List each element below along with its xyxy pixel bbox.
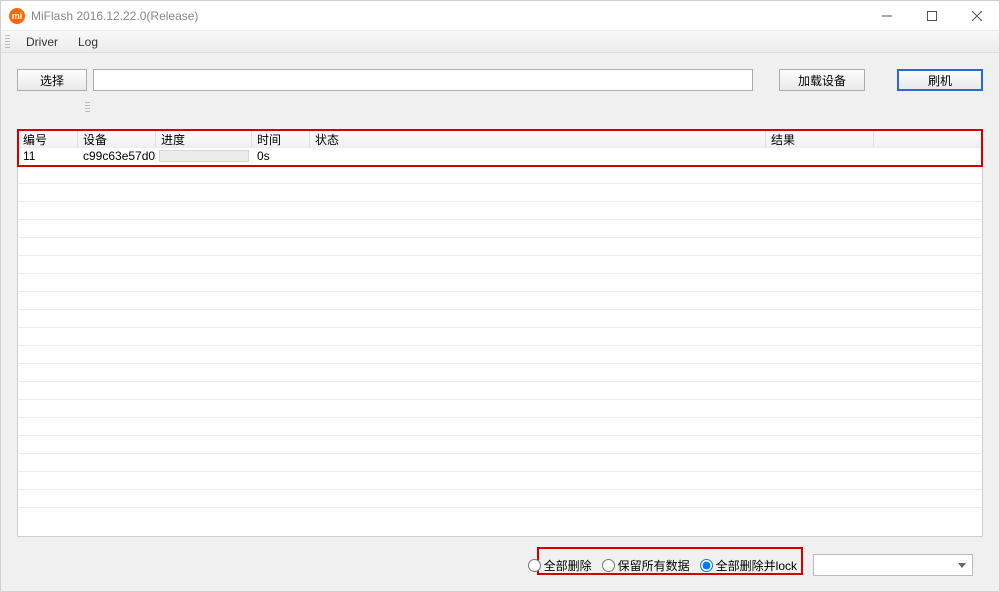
bottom-bar: 全部删除 保留所有数据 全部删除并lock xyxy=(17,549,983,581)
cell-extra xyxy=(874,148,982,165)
table-row[interactable]: 11 c99c63e57d03 0s xyxy=(18,148,982,166)
flash-button[interactable]: 刷机 xyxy=(897,69,983,91)
close-icon xyxy=(972,11,982,21)
table-row xyxy=(18,220,982,238)
maximize-icon xyxy=(927,11,937,21)
table-row xyxy=(18,202,982,220)
table-row xyxy=(18,400,982,418)
radio-clean-lock[interactable] xyxy=(700,559,713,572)
header-progress[interactable]: 进度 xyxy=(156,130,252,147)
content-area: 选择 加载设备 刷机 编号 设备 进度 时间 状态 结果 xyxy=(1,53,999,591)
table-row xyxy=(18,256,982,274)
table-row xyxy=(18,184,982,202)
label-clean-lock: 全部删除并lock xyxy=(716,557,797,574)
table-row xyxy=(18,274,982,292)
maximize-button[interactable] xyxy=(909,1,954,31)
load-devices-button[interactable]: 加载设备 xyxy=(779,69,865,91)
table-row xyxy=(18,166,982,184)
window-title: MiFlash 2016.12.22.0(Release) xyxy=(31,9,864,23)
header-extra[interactable] xyxy=(874,130,982,147)
table-row xyxy=(18,238,982,256)
flash-mode-group: 全部删除 保留所有数据 全部删除并lock xyxy=(518,557,797,574)
table-row xyxy=(18,454,982,472)
option-clean-lock[interactable]: 全部删除并lock xyxy=(700,557,797,574)
table-row xyxy=(18,472,982,490)
select-button[interactable]: 选择 xyxy=(17,69,87,91)
minimize-icon xyxy=(882,11,892,21)
table-row xyxy=(18,436,982,454)
header-device[interactable]: 设备 xyxy=(78,130,156,147)
cell-status xyxy=(310,148,766,165)
close-button[interactable] xyxy=(954,1,999,31)
radio-save-data[interactable] xyxy=(602,559,615,572)
table-row xyxy=(18,310,982,328)
header-time[interactable]: 时间 xyxy=(252,130,310,147)
radio-clean-all[interactable] xyxy=(528,559,541,572)
menu-log[interactable]: Log xyxy=(68,33,108,51)
device-table[interactable]: 编号 设备 进度 时间 状态 结果 11 c99c63e57d03 0s xyxy=(17,129,983,537)
header-status[interactable]: 状态 xyxy=(310,130,766,147)
cell-id: 11 xyxy=(18,148,78,165)
menubar: Driver Log xyxy=(1,31,999,53)
menu-driver[interactable]: Driver xyxy=(16,33,68,51)
table-row xyxy=(18,382,982,400)
table-row xyxy=(18,490,982,508)
window-controls xyxy=(864,1,999,31)
app-window: mi MiFlash 2016.12.22.0(Release) Driver … xyxy=(0,0,1000,592)
option-clean-all[interactable]: 全部删除 xyxy=(528,557,592,574)
device-table-container: 编号 设备 进度 时间 状态 结果 11 c99c63e57d03 0s xyxy=(17,129,983,537)
minimize-button[interactable] xyxy=(864,1,909,31)
option-save-data[interactable]: 保留所有数据 xyxy=(602,557,690,574)
script-dropdown[interactable] xyxy=(813,554,973,576)
toolbar: 选择 加载设备 刷机 xyxy=(17,69,983,91)
sub-toolbar xyxy=(17,99,983,115)
cell-result xyxy=(766,148,874,165)
header-result[interactable]: 结果 xyxy=(766,130,874,147)
table-row xyxy=(18,418,982,436)
label-save-data: 保留所有数据 xyxy=(618,557,690,574)
sub-grip-icon xyxy=(85,102,90,112)
cell-device: c99c63e57d03 xyxy=(78,148,156,165)
app-icon: mi xyxy=(9,8,25,24)
menubar-grip-icon xyxy=(5,35,10,49)
table-row xyxy=(18,346,982,364)
table-header: 编号 设备 进度 时间 状态 结果 xyxy=(18,130,982,148)
table-row xyxy=(18,364,982,382)
table-row xyxy=(18,292,982,310)
cell-time: 0s xyxy=(252,148,310,165)
header-id[interactable]: 编号 xyxy=(18,130,78,147)
cell-progress xyxy=(156,148,252,165)
table-row xyxy=(18,328,982,346)
path-input[interactable] xyxy=(93,69,753,91)
titlebar: mi MiFlash 2016.12.22.0(Release) xyxy=(1,1,999,31)
progress-bar xyxy=(159,150,249,162)
label-clean-all: 全部删除 xyxy=(544,557,592,574)
